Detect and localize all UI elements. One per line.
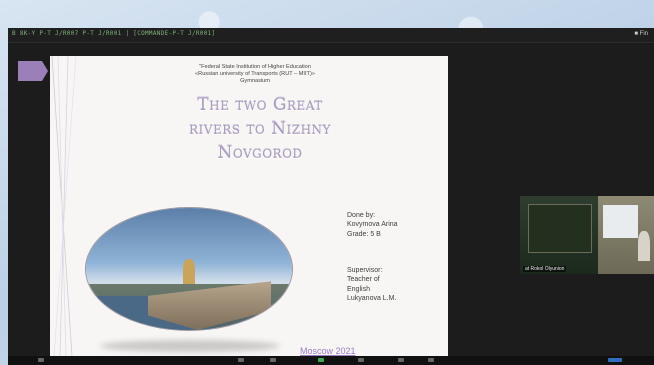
reactions-icon[interactable] <box>428 358 434 362</box>
share-icon[interactable] <box>270 358 276 362</box>
done-by-line: Kovymova Arina <box>347 221 398 229</box>
institution-line: «Russian university of Transports (RUT –… <box>195 70 315 77</box>
place-year: Moscow 2021 <box>300 346 356 356</box>
done-by-block: Done by: Kovymova Arina Grade: 5 B <box>347 211 398 239</box>
view-button[interactable]: ■ Fin <box>634 31 648 37</box>
institution-line: Gymnasium <box>240 77 270 84</box>
person-figure <box>637 231 650 261</box>
title-line: Novgorod <box>217 142 303 163</box>
supervisor-line: English <box>347 285 370 293</box>
supervisor-line: Supervisor: <box>347 267 383 274</box>
photo-shadow <box>100 340 280 352</box>
camera-icon[interactable] <box>238 358 244 362</box>
participant-name: at Rokol Olyunion <box>523 266 567 272</box>
video-conference-window: B 8K-Y P-T J/R007 P-T J/R001 | [COMMANDE… <box>8 28 654 365</box>
title-line: rivers to Nizhny <box>189 118 331 139</box>
slide-title: The two Great rivers to Nizhny Novgorod <box>140 94 380 165</box>
participant-video-tile[interactable]: at Rokol Olyunion <box>520 196 654 274</box>
supervisor-line: Teacher of <box>347 276 380 284</box>
toolbar-status-text: B 8K-Y P-T J/R007 P-T J/R001 | [COMMANDE… <box>12 30 216 37</box>
leave-icon[interactable] <box>608 358 622 362</box>
share-screen-icon[interactable] <box>318 358 324 362</box>
mic-icon[interactable] <box>38 358 44 362</box>
institution-line: "Federal State Institution of Higher Edu… <box>199 64 311 70</box>
record-icon[interactable] <box>398 358 404 362</box>
shared-slide: "Federal State Institution of Higher Edu… <box>50 56 448 356</box>
done-by-line: Done by: <box>347 212 376 219</box>
nizhny-novgorod-photo <box>86 208 292 330</box>
title-line: The two Great <box>197 95 323 115</box>
slide-arrow-decoration <box>18 61 48 81</box>
top-toolbar: B 8K-Y P-T J/R007 P-T J/R001 | [COMMANDE… <box>8 28 654 43</box>
supervisor-line: Lukyanova L.M. <box>347 295 397 303</box>
chat-icon[interactable] <box>358 358 364 362</box>
done-by-line: Grade: 5 B <box>347 230 381 238</box>
bottom-toolbar <box>8 356 654 365</box>
institution-text: "Federal State Institution of Higher Edu… <box>150 64 360 85</box>
supervisor-block: Supervisor: Teacher of English Lukyanova… <box>347 266 396 304</box>
